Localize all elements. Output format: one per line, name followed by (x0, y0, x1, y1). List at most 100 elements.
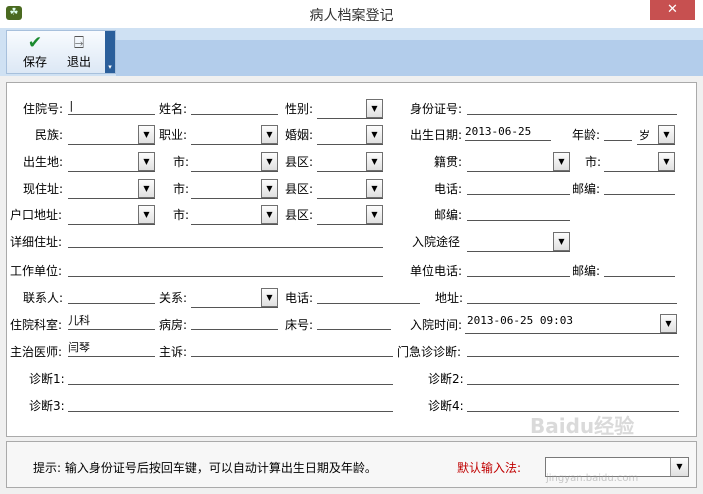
dropdown-arrow-icon[interactable]: ▼ (658, 125, 675, 144)
birthplace-county-select[interactable]: ▼ (317, 152, 383, 172)
birthplace-city-label: 市: (173, 155, 190, 169)
work-postcode-label: 邮编: (572, 264, 601, 278)
birth-date-label: 出生日期: (410, 128, 463, 142)
household-county-select[interactable]: ▼ (317, 205, 383, 225)
department-field[interactable]: 儿科 (68, 312, 155, 330)
ward-label: 病房: (159, 318, 188, 332)
admission-no-field[interactable]: | (68, 97, 155, 115)
household-province-select[interactable]: ▼ (68, 205, 155, 225)
postcode-label: 邮编: (572, 182, 601, 196)
diagnosis-3-label: 诊断3: (29, 399, 65, 413)
current-province-select[interactable]: ▼ (68, 179, 155, 199)
dropdown-arrow-icon[interactable]: ▼ (261, 179, 278, 198)
phone-field[interactable] (467, 177, 570, 195)
doctor-label: 主治医师: (10, 345, 63, 359)
outpatient-diagnosis-field[interactable] (467, 339, 679, 357)
work-phone-field[interactable] (467, 259, 570, 277)
postcode-field[interactable] (604, 177, 675, 195)
admission-time-picker[interactable]: 2013-06-25 09:03 ▼ (465, 314, 677, 334)
marital-select[interactable]: ▼ (317, 125, 383, 145)
admission-time-label: 入院时间: (410, 318, 463, 332)
dropdown-arrow-icon[interactable]: ▼ (366, 125, 383, 144)
dropdown-arrow-icon[interactable]: ▼ (553, 152, 570, 171)
toolbar: ✔ 保存 ⍈ 退出 ▾ (0, 28, 703, 76)
current-city-select[interactable]: ▼ (191, 179, 278, 199)
age-unit-select[interactable]: 岁 ▼ (637, 125, 675, 145)
toolbar-overflow-button[interactable]: ▾ (105, 31, 115, 73)
ward-field[interactable] (191, 312, 278, 330)
birth-date-field[interactable]: 2013-06-25 (465, 123, 551, 141)
current-city-label: 市: (173, 182, 190, 196)
household-postcode-label: 邮编: (434, 208, 463, 222)
outpatient-diagnosis-label: 门急诊诊断: (397, 345, 462, 359)
dropdown-arrow-icon[interactable]: ▼ (366, 205, 383, 224)
dropdown-arrow-icon[interactable]: ▼ (366, 99, 383, 118)
dropdown-arrow-icon[interactable]: ▼ (261, 205, 278, 224)
checkmark-icon: ✔ (27, 33, 43, 53)
occupation-select[interactable]: ▼ (191, 125, 278, 145)
dropdown-arrow-icon[interactable]: ▼ (261, 152, 278, 171)
hint-text: 提示: 输入身份证号后按回车键，可以自动计算出生日期及年龄。 (33, 461, 377, 475)
dropdown-arrow-icon[interactable]: ▼ (366, 179, 383, 198)
watermark-url: jingyan.baidu.com (546, 473, 639, 484)
household-city-label: 市: (173, 208, 190, 222)
work-postcode-field[interactable] (604, 259, 675, 277)
birthplace-province-select[interactable]: ▼ (68, 152, 155, 172)
birthplace-county-label: 县区: (285, 155, 314, 169)
dropdown-arrow-icon[interactable]: ▼ (660, 314, 677, 333)
contact-address-field[interactable] (467, 286, 677, 304)
dropdown-arrow-icon[interactable]: ▼ (138, 179, 155, 198)
id-no-label: 身份证号: (410, 102, 463, 116)
workplace-label: 工作单位: (10, 264, 63, 278)
diagnosis-3-field[interactable] (68, 394, 393, 412)
work-phone-label: 单位电话: (410, 264, 463, 278)
dropdown-arrow-icon[interactable]: ▼ (138, 125, 155, 144)
exit-button[interactable]: ⍈ 退出 (63, 33, 95, 70)
household-address-label: 户口地址: (10, 208, 63, 222)
household-city-select[interactable]: ▼ (191, 205, 278, 225)
dropdown-arrow-icon[interactable]: ▼ (138, 205, 155, 224)
relation-select[interactable]: ▼ (191, 288, 278, 308)
contact-phone-label: 电话: (285, 291, 314, 305)
current-county-select[interactable]: ▼ (317, 179, 383, 199)
bed-field[interactable] (317, 312, 391, 330)
dropdown-arrow-icon[interactable]: ▼ (261, 125, 278, 144)
native-place-label: 籍贯: (434, 155, 463, 169)
diagnosis-2-field[interactable] (467, 367, 679, 385)
household-postcode-field[interactable] (467, 203, 570, 221)
dropdown-arrow-icon[interactable]: ▼ (670, 458, 688, 476)
doctor-field[interactable]: 闫琴 (68, 339, 155, 357)
birthplace-city-select[interactable]: ▼ (191, 152, 278, 172)
dropdown-arrow-icon[interactable]: ▼ (138, 152, 155, 171)
contact-phone-field[interactable] (317, 286, 420, 304)
diagnosis-1-field[interactable] (68, 367, 393, 385)
admission-route-label: 入院途径 (412, 235, 461, 249)
admission-route-select[interactable]: ▼ (467, 232, 570, 252)
workplace-field[interactable] (68, 259, 383, 277)
contact-label: 联系人: (23, 291, 64, 305)
watermark-logo: Baidu经验 (530, 414, 635, 438)
age-field[interactable] (604, 123, 632, 141)
window-title: 病人档案登记 (309, 8, 394, 24)
complaint-field[interactable] (191, 339, 393, 357)
dropdown-arrow-icon[interactable]: ▼ (261, 288, 278, 307)
save-label: 保存 (22, 55, 47, 69)
title-bar: ☘ 病人档案登记 ✕ (0, 0, 703, 28)
contact-address-label: 地址: (435, 291, 464, 305)
dropdown-arrow-icon[interactable]: ▼ (366, 152, 383, 171)
close-button[interactable]: ✕ (650, 0, 695, 20)
gender-select[interactable]: ▼ (317, 99, 383, 119)
dropdown-arrow-icon[interactable]: ▼ (658, 152, 675, 171)
ethnicity-select[interactable]: ▼ (68, 125, 155, 145)
save-button[interactable]: ✔ 保存 (19, 33, 51, 70)
complaint-label: 主诉: (159, 345, 188, 359)
native-place-select[interactable]: ▼ (467, 152, 570, 172)
toolbar-group: ✔ 保存 ⍈ 退出 ▾ (6, 30, 116, 74)
name-field[interactable] (191, 97, 278, 115)
native-city-select[interactable]: ▼ (604, 152, 675, 172)
id-no-field[interactable] (467, 97, 677, 115)
dropdown-arrow-icon[interactable]: ▼ (553, 232, 570, 251)
contact-field[interactable] (68, 286, 155, 304)
detail-address-field[interactable] (68, 230, 383, 248)
bed-label: 床号: (285, 318, 314, 332)
